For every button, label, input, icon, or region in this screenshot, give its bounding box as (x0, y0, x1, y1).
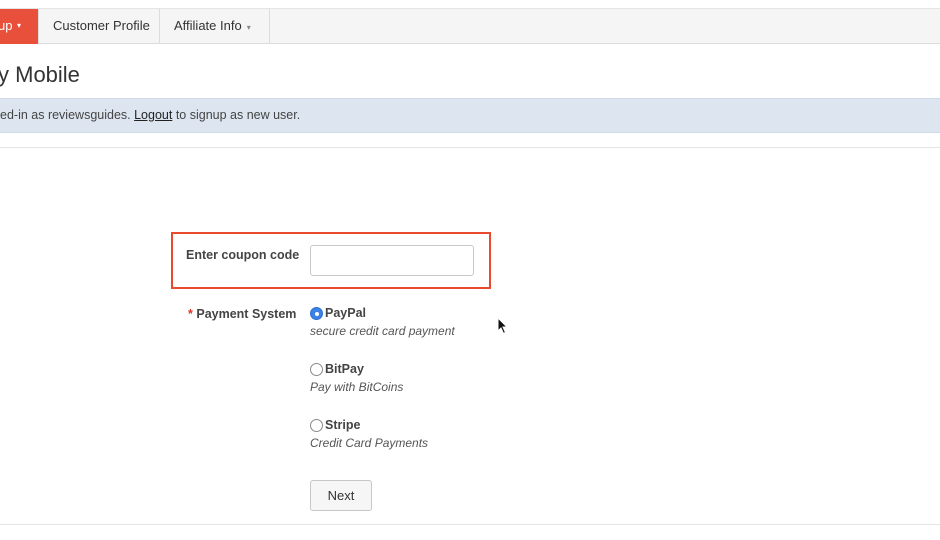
mouse-cursor-icon (497, 317, 509, 335)
option-description: Credit Card Payments (310, 436, 429, 450)
radio-bitpay[interactable] (310, 363, 323, 376)
tab-affiliate-info[interactable]: Affiliate Info ▾ (160, 9, 270, 44)
radio-paypal[interactable] (310, 307, 323, 320)
coupon-label: Enter coupon code (186, 248, 300, 262)
login-info-bar: ed-in as reviewsguides. Logout to signup… (0, 98, 940, 133)
tab-signup-label: up (0, 18, 13, 33)
chevron-down-icon: ▾ (17, 21, 22, 30)
top-navigation: up ▾ Customer Profile Affiliate Info ▾ (0, 8, 940, 44)
coupon-input[interactable] (310, 245, 474, 276)
info-prefix: ed-in as reviewsguides. (0, 108, 135, 122)
payment-system-label-text: Payment System (196, 307, 297, 321)
required-mark: * (188, 307, 193, 321)
tab-affiliate-info-label: Affiliate Info (174, 18, 242, 33)
tab-signup[interactable]: up ▾ (0, 9, 39, 44)
radio-stripe[interactable] (310, 419, 323, 432)
option-name: BitPay (325, 362, 364, 376)
divider (0, 524, 940, 525)
logout-link[interactable]: Logout (134, 108, 172, 122)
tab-customer-profile-label: Customer Profile (53, 18, 150, 33)
next-button[interactable]: Next (310, 480, 372, 511)
divider (0, 147, 940, 148)
info-suffix: to signup as new user. (172, 108, 301, 122)
option-name: Stripe (325, 418, 361, 432)
chevron-down-icon: ▾ (246, 23, 251, 32)
page-title: y Mobile (0, 62, 80, 87)
tab-customer-profile[interactable]: Customer Profile (39, 9, 160, 44)
option-description: Pay with BitCoins (310, 380, 404, 394)
option-name: PayPal (325, 306, 367, 320)
payment-system-label: * Payment System (188, 307, 296, 321)
option-description: secure credit card payment (310, 324, 455, 338)
